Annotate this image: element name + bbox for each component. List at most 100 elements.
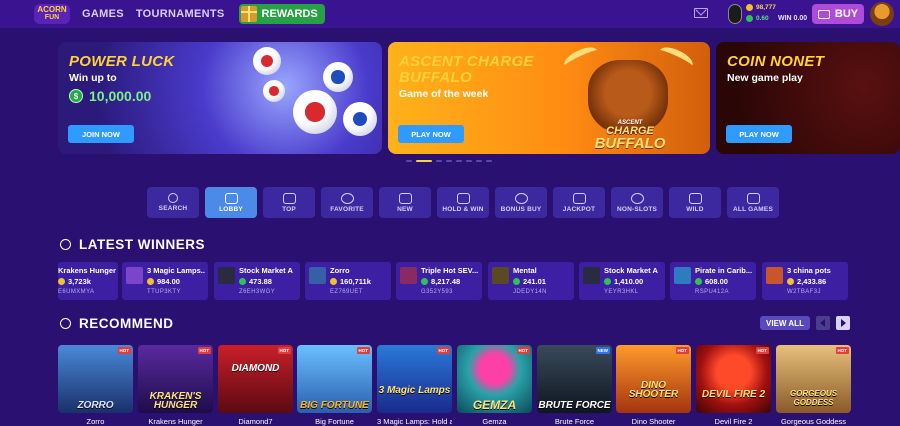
buy-button[interactable]: BUY (812, 4, 864, 24)
winner-card[interactable]: Stock Market A 473.88 Z6EH3WGY (214, 262, 300, 300)
game-card-brute-force[interactable]: NEW BRUTE FORCE Brute Force (537, 345, 612, 426)
tab-search[interactable]: SEARCH (147, 187, 199, 218)
winner-game: Zorro (330, 266, 350, 275)
site-logo[interactable]: ACORN FUN (34, 4, 70, 24)
tab-wild[interactable]: WILD (669, 187, 721, 218)
game-art: HOT DINO SHOOTER (616, 345, 691, 413)
winner-card[interactable]: 3 china pots 2,433.86 W2TBAF3J (762, 262, 848, 300)
carousel-prev-button[interactable] (816, 316, 830, 330)
carousel-dot-active[interactable] (416, 160, 432, 162)
winner-card[interactable]: Mental 241.01 JDEDY14N (488, 262, 574, 300)
rewards-button[interactable]: REWARDS (238, 4, 325, 24)
buffalo-game-logo: ASCENT CHARGE BUFFALO (594, 120, 666, 152)
top-icon (282, 192, 296, 204)
banner-subtitle: Game of the week (399, 88, 489, 100)
winner-card[interactable]: Triple Hot SEV... 8,217.48 G352Y593 (396, 262, 482, 300)
logo-text-acorn: ACORN (37, 5, 67, 14)
game-card-big-fortune[interactable]: HOT BIG FORTUNE Big Fortune (297, 345, 372, 426)
winner-amount: 1,410.00 (604, 277, 643, 286)
nav-games[interactable]: GAMES (82, 8, 124, 20)
gold-coin-icon (746, 4, 753, 11)
join-now-button[interactable]: JOIN NOW (68, 125, 134, 143)
tab-new[interactable]: NEW (379, 187, 431, 218)
banner-ascent-charge-buffalo[interactable]: ASCENT CHARGE BUFFALO Game of the week P… (388, 42, 710, 154)
lottery-ball-image (293, 90, 337, 134)
lottery-ball-image (323, 62, 353, 92)
winner-card[interactable]: Stock Market A 1,410.00 YEYR3HKL (579, 262, 665, 300)
winner-card[interactable]: Pirate in Carib... 608.00 RSPU412A (670, 262, 756, 300)
hot-badge: HOT (197, 347, 211, 354)
game-art-title: DIAMOND (231, 363, 280, 374)
game-art: HOT GEMZA (457, 345, 532, 413)
buffalo-horn-image (656, 43, 696, 73)
user-avatar[interactable] (870, 2, 894, 26)
new-badge: NEW (595, 347, 610, 354)
banner-prize: $10,000.00 (69, 88, 151, 104)
game-name: Devil Fire 2 (714, 417, 753, 426)
winner-game: Stock Market A (604, 266, 658, 275)
carousel-dot[interactable] (436, 160, 442, 162)
tab-non-slots[interactable]: NON-SLOTS (611, 187, 663, 218)
tab-lobby[interactable]: LOBBY (205, 187, 257, 218)
banner-title: ASCENT CHARGE BUFFALO (399, 53, 534, 86)
game-card-zorro[interactable]: HOT ZORRO Zorro (58, 345, 133, 426)
recommend-title: RECOMMEND (79, 316, 174, 331)
bonus-buy-icon (514, 192, 528, 204)
game-card-dino-shooter[interactable]: HOT DINO SHOOTER Dino Shooter (616, 345, 691, 426)
game-art-title: 3 Magic Lamps (378, 385, 451, 396)
carousel-dot[interactable] (486, 160, 492, 162)
winner-card[interactable]: 3 Magic Lamps... 984.00 TTUP3KTY (122, 262, 208, 300)
banner-subtitle: Win up to (69, 72, 117, 84)
hot-badge: HOT (436, 347, 450, 354)
sweep-coin-icon (695, 278, 702, 285)
game-name: Diamond7 (238, 417, 273, 426)
recommended-games: HOT ZORRO Zorro HOT KRAKEN'S HUNGER Krak… (58, 345, 900, 426)
mail-icon[interactable] (694, 8, 708, 18)
tab-hold-win[interactable]: HOLD & WIN (437, 187, 489, 218)
currency-toggle[interactable] (728, 4, 742, 24)
winner-amount: 8,217.48 (421, 277, 460, 286)
carousel-dot[interactable] (446, 160, 452, 162)
hot-badge: HOT (675, 347, 689, 354)
game-card-gemza[interactable]: HOT GEMZA Gemza (457, 345, 532, 426)
winner-card[interactable]: Zorro 160,711k EZ769UET (305, 262, 391, 300)
gift-icon (240, 6, 257, 22)
gold-coin-icon (58, 278, 65, 285)
hot-badge: HOT (835, 347, 849, 354)
view-all-button[interactable]: VIEW ALL (760, 316, 810, 330)
hot-badge: HOT (117, 347, 131, 354)
winner-game: Mental (513, 266, 537, 275)
game-card-gorgeous-goddess[interactable]: HOT GORGEOUS GODDESS Gorgeous Goddess (776, 345, 851, 426)
tab-top[interactable]: TOP (263, 187, 315, 218)
game-card-devil-fire-2[interactable]: HOT DEVIL FIRE 2 Devil Fire 2 (696, 345, 771, 426)
gold-coin-icon (330, 278, 337, 285)
game-card-3-magic-lamps[interactable]: HOT 3 Magic Lamps 3 Magic Lamps: Hold an… (377, 345, 452, 426)
play-now-button[interactable]: PLAY NOW (398, 125, 464, 143)
carousel-next-button[interactable] (836, 316, 850, 330)
game-card-diamond7[interactable]: HOT DIAMOND Diamond7 (218, 345, 293, 426)
play-now-button[interactable]: PLAY NOW (726, 125, 792, 143)
carousel-dot[interactable] (476, 160, 482, 162)
winner-user: E6UMXMYA (58, 289, 95, 295)
sweep-coin-icon (239, 278, 246, 285)
winner-card[interactable]: Krakens Hunger 3,723k E6UMXMYA (58, 262, 118, 300)
game-card-krakens-hunger[interactable]: HOT KRAKEN'S HUNGER Krakens Hunger (138, 345, 213, 426)
game-art-title: BRUTE FORCE (538, 400, 611, 411)
carousel-dot[interactable] (456, 160, 462, 162)
banner-power-luck[interactable]: POWER LUCK Win up to $10,000.00 JOIN NOW (58, 42, 382, 154)
carousel-dot[interactable] (466, 160, 472, 162)
tab-jackpot[interactable]: JACKPOT (553, 187, 605, 218)
trophy-icon (60, 239, 71, 250)
lottery-ball-image (253, 47, 281, 75)
carousel-dot[interactable] (406, 160, 412, 162)
tab-bonus-buy[interactable]: BONUS BUY (495, 187, 547, 218)
gold-coin-icon (787, 278, 794, 285)
winner-user: TTUP3KTY (147, 289, 181, 295)
nav-tournaments[interactable]: TOURNAMENTS (136, 8, 225, 20)
sweep-coin-icon (513, 278, 520, 285)
tab-all-games[interactable]: ALL GAMES (727, 187, 779, 218)
game-name: Brute Force (554, 417, 595, 426)
tab-favorite[interactable]: FAVORITE (321, 187, 373, 218)
game-thumbnail (126, 267, 143, 284)
banner-coin-nonet[interactable]: COIN NONET New game play PLAY NOW (716, 42, 900, 154)
